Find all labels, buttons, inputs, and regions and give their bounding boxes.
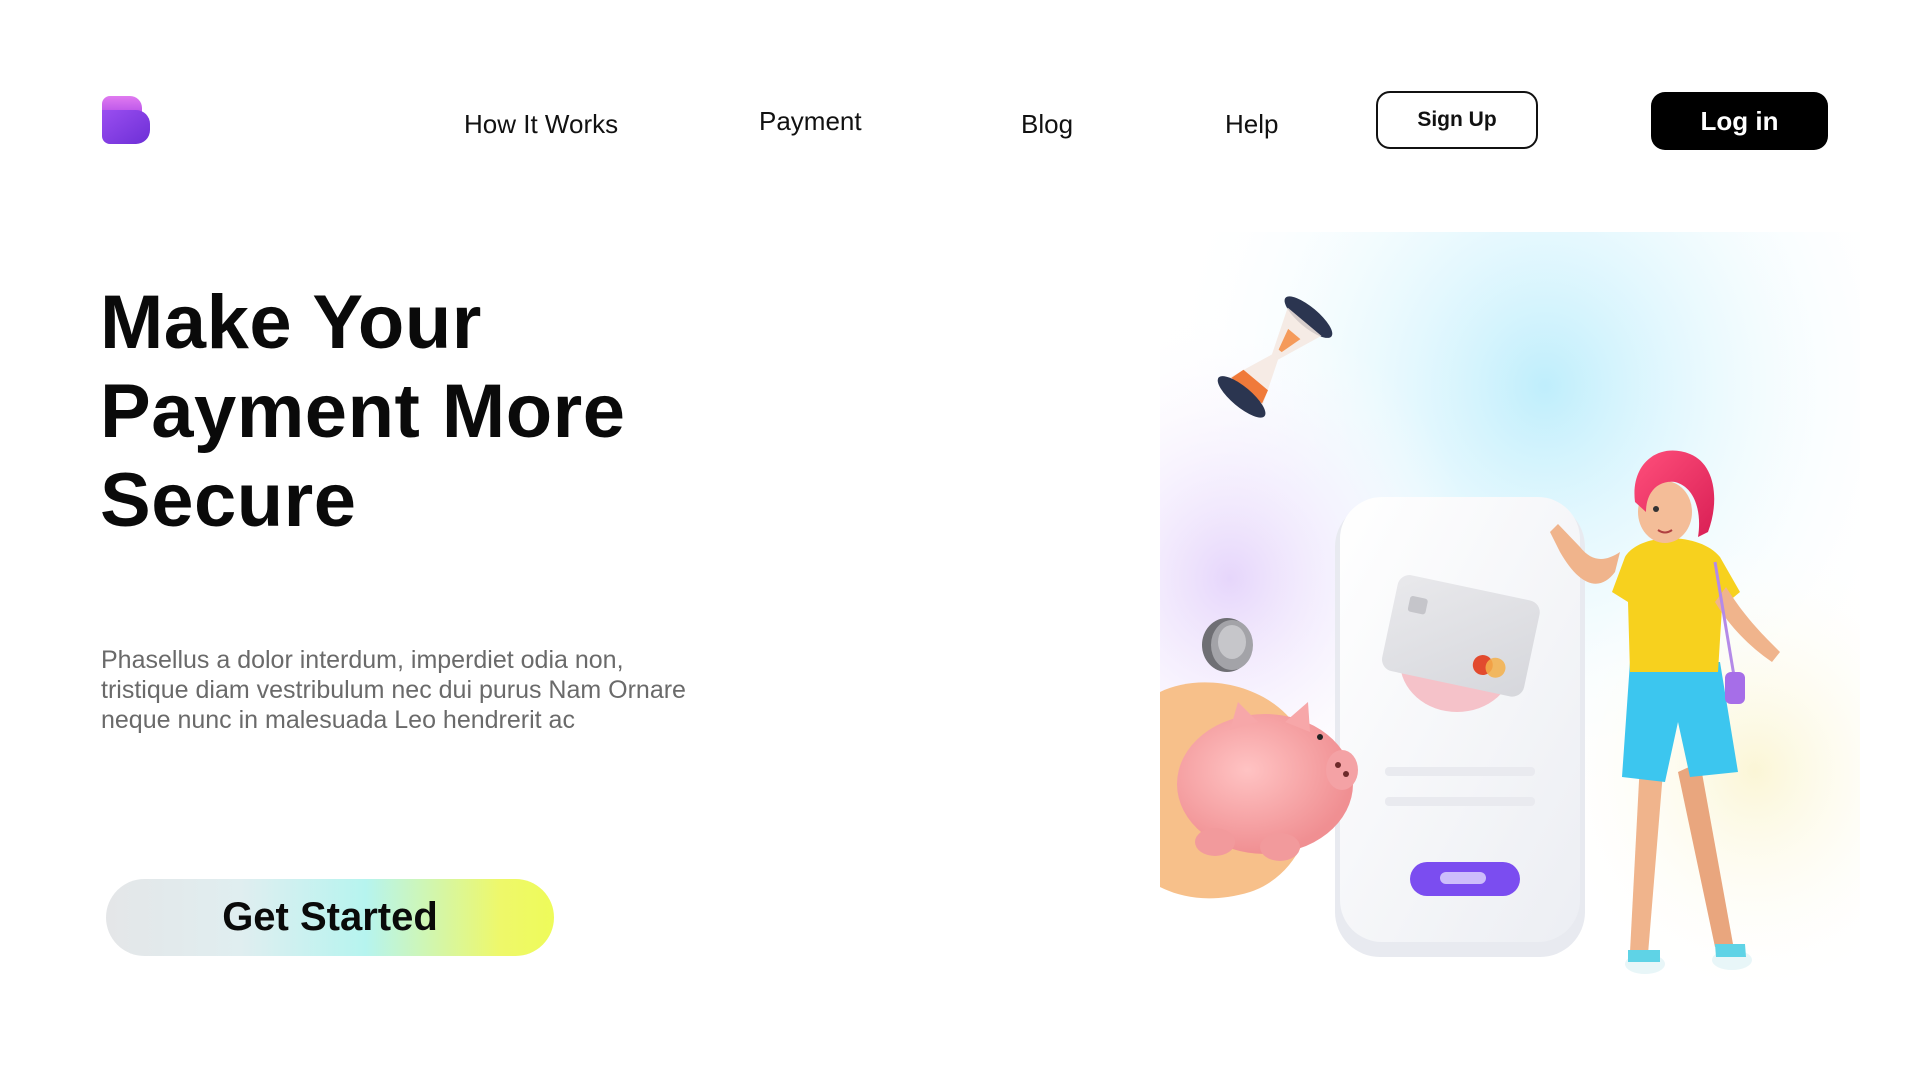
landing-page: How It Works Payment Blog Help Sign Up L… xyxy=(0,0,1920,1080)
nav-blog[interactable]: Blog xyxy=(1021,109,1073,140)
hero-description: Phasellus a dolor interdum, imperdiet od… xyxy=(101,645,781,735)
hero-title: Make Your Payment More Secure xyxy=(100,278,800,545)
nav-how-it-works[interactable]: How It Works xyxy=(464,109,618,140)
hero-description-line: neque nunc in malesuada Leo hendrerit ac xyxy=(101,706,575,734)
nav-payment[interactable]: Payment xyxy=(759,106,862,137)
hero-title-line: Make Your xyxy=(100,280,482,365)
sign-up-button[interactable]: Sign Up xyxy=(1376,91,1538,149)
hero-description-line: Phasellus a dolor interdum, imperdiet od… xyxy=(101,646,624,674)
coin-icon xyxy=(1202,618,1253,672)
hero-title-line: Secure xyxy=(100,458,357,543)
phone-with-card-icon xyxy=(1335,497,1585,957)
hero-title-line: Payment More xyxy=(100,369,626,454)
hero-illustration xyxy=(1160,232,1860,1002)
brand-logo-icon[interactable] xyxy=(102,96,150,144)
get-started-button[interactable]: Get Started xyxy=(106,879,554,956)
nav-help[interactable]: Help xyxy=(1225,109,1278,140)
log-in-button[interactable]: Log in xyxy=(1651,92,1828,150)
hero-description-line: tristique diam vestribulum nec dui purus… xyxy=(101,676,686,704)
